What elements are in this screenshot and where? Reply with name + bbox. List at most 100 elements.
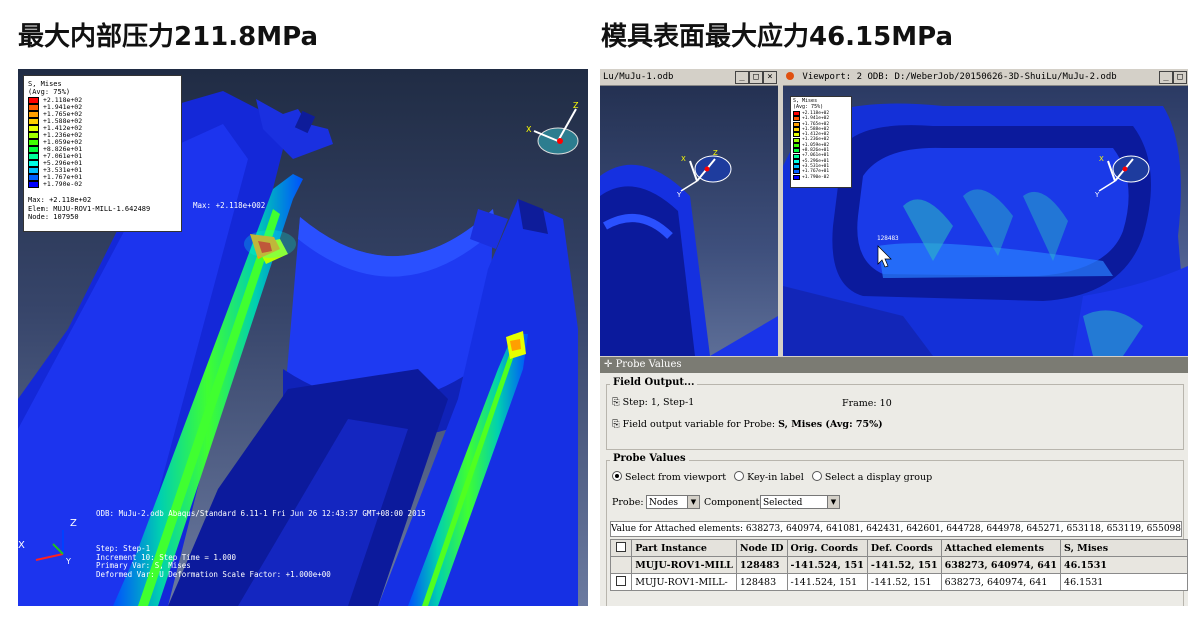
v2-legend-swatch	[793, 169, 800, 175]
col-attached-elements[interactable]: Attached elements	[940, 539, 1062, 557]
v2-legend-swatch	[793, 153, 800, 159]
legend-header-2: (Avg: 75%)	[28, 88, 71, 96]
legend-swatch	[28, 118, 39, 125]
col-part-instance[interactable]: Part Instance	[631, 539, 737, 557]
legend-swatch	[28, 132, 39, 139]
viewport2-canvas[interactable]: X Y 128483 S, Mises (Avg: 75%) +2.118e+0…	[783, 86, 1188, 356]
v2-legend-swatch	[793, 137, 800, 143]
left-title: 最大内部压力211.8MPa	[18, 22, 319, 52]
components-select-value: Selected	[763, 498, 803, 508]
radio-key-in-label[interactable]: Key-in label	[734, 471, 804, 483]
triad-y-label: Y	[65, 557, 71, 566]
legend-swatch	[28, 167, 39, 174]
probe-select[interactable]: Nodes ▼	[646, 495, 700, 509]
attached-elements-row: Value for Attached elements: 638273, 640…	[610, 521, 1182, 537]
col-s-mises[interactable]: S, Mises	[1060, 539, 1188, 557]
legend-header-1: S, Mises	[28, 80, 62, 88]
cell-part: MUJU-ROV1-MILL	[631, 556, 737, 574]
viewport1-model: X Z Y	[600, 149, 778, 356]
col-def-coords[interactable]: Def. Coords	[866, 539, 942, 557]
cell-attached: 638273, 640974, 641	[940, 556, 1062, 574]
legend-elem: Elem: MUJU-ROV1-MILL-1.642489	[28, 204, 151, 213]
svg-text:Y: Y	[676, 191, 682, 199]
variable-row: ⎘ Field output variable for Probe: S, Mi…	[612, 419, 883, 430]
table-row[interactable]: MUJU-ROV1-MILL- 128483 -141.524, 151 -14…	[609, 573, 1188, 591]
left-fea-viewport[interactable]: Z X S, Mises (Avg: 75%) +2.118e+02 +1.941…	[18, 69, 588, 606]
cell-mises: 46.1531	[1060, 556, 1188, 574]
cell-def: -141.52, 151	[866, 573, 942, 591]
radio-select-from-viewport[interactable]: Select from viewport	[612, 471, 727, 483]
col-node-id[interactable]: Node ID	[735, 539, 788, 557]
v2-legend-entry: +1.790e-02	[793, 175, 829, 180]
view-orientation-icon[interactable]: Z X	[526, 99, 586, 159]
attached-label: Value for Attached elements:	[611, 524, 743, 534]
legend-header: S, Mises (Avg: 75%)	[28, 80, 70, 96]
cell-attached: 638273, 640974, 641	[940, 573, 1062, 591]
legend-swatch	[28, 139, 39, 146]
viewport1-minimize-button[interactable]: _	[735, 71, 749, 84]
radio-label-keyin: Key-in label	[747, 472, 804, 483]
variable-prefix: Field output variable for Probe:	[622, 419, 779, 430]
viewport2-titlebar[interactable]: Viewport: 2 ODB: D:/WeberJob/20150626-3D…	[783, 69, 1188, 86]
viewport1-maximize-button[interactable]: □	[749, 71, 763, 84]
legend-max: Max: +2.118e+02	[28, 196, 92, 204]
step-info: Step: Step-1 Increment 10: Step Time = 1…	[96, 544, 331, 579]
radio-row: Select from viewport Key-in label Select…	[612, 471, 932, 483]
legend-swatch	[28, 97, 39, 104]
viewport2-maximize-button[interactable]: □	[1173, 71, 1187, 84]
cell-mises: 46.1531	[1060, 573, 1188, 591]
row-checkbox[interactable]	[609, 573, 633, 591]
step-text: Step: 1, Step-1	[622, 397, 695, 408]
v2-legend-swatch	[793, 121, 800, 127]
viewport-icon	[786, 72, 794, 80]
probe-node-label: 128483	[877, 235, 899, 242]
svg-text:Y: Y	[1094, 191, 1100, 199]
field-output-group	[606, 384, 1184, 450]
viewport2-legend: S, Mises (Avg: 75%) +2.118e+02 +1.941e+02…	[790, 96, 852, 188]
radio-display-group[interactable]: Select a display group	[811, 471, 933, 483]
radio-label-group: Select a display group	[824, 472, 933, 483]
v2-legend-swatch	[793, 148, 800, 154]
probe-values-label: Probe Values	[610, 453, 689, 464]
triad-z-label: Z	[70, 518, 77, 529]
step-icon: ⎘	[612, 397, 623, 408]
viewport1-titlebar[interactable]: Lu/MuJu-1.odb _ □ ×	[600, 69, 778, 86]
col-orig-coords[interactable]: Orig. Coords	[786, 539, 868, 557]
attached-value: 638273, 640974, 641081, 642431, 642601, …	[745, 524, 1182, 534]
components-select[interactable]: Selected ▼	[760, 495, 840, 509]
probe-field-label: Probe:	[612, 497, 644, 508]
legend-swatch	[28, 160, 39, 167]
cell-node: 128483	[735, 573, 788, 591]
stress-legend: S, Mises (Avg: 75%) +2.118e+02 +1.941e+02…	[23, 75, 182, 232]
v2-legend-swatch	[793, 142, 800, 148]
v2-legend-entries: +2.118e+02 +1.941e+02 +1.765e+02 +1.588e+02…	[793, 111, 829, 180]
radio-label-viewport: Select from viewport	[625, 472, 727, 483]
select-all-checkbox[interactable]	[609, 539, 633, 557]
field-output-label: Field Output...	[610, 377, 698, 388]
svg-text:X: X	[1099, 155, 1104, 163]
variable-icon: ⎘	[612, 419, 623, 430]
svg-text:X: X	[681, 155, 686, 163]
viewport1-title: Lu/MuJu-1.odb	[603, 72, 674, 82]
abaqus-window: Lu/MuJu-1.odb _ □ × X Z Y Viewport: 2 OD…	[600, 69, 1188, 606]
cell-orig: -141.524, 151	[786, 573, 868, 591]
triad-x-label: X	[18, 540, 25, 551]
v2-legend-swatch	[793, 164, 800, 170]
svg-text:Z: Z	[713, 149, 718, 157]
right-title: 模具表面最大应力46.15MPa	[601, 22, 954, 52]
v2-legend-label: +1.790e-02	[802, 174, 830, 180]
cell-node: 128483	[735, 556, 788, 574]
v2-legend-swatch	[793, 111, 800, 117]
table-row[interactable]: MUJU-ROV1-MILL 128483 -141.524, 151 -141…	[609, 556, 1188, 574]
probe-dialog-titlebar[interactable]: ✛ Probe Values	[600, 357, 1188, 373]
legend-swatch	[28, 146, 39, 153]
v2-legend-swatch	[793, 174, 800, 180]
v2-legend-header-2: (Avg: 75%)	[793, 103, 824, 110]
deformed-var-line: Deformed Var: U Deformation Scale Factor…	[96, 569, 331, 579]
viewport2-minimize-button[interactable]: _	[1159, 71, 1173, 84]
legend-entry: +1.790e-02	[28, 181, 82, 188]
viewport1-close-button[interactable]: ×	[763, 71, 777, 84]
svg-text:Z: Z	[573, 101, 579, 110]
viewport1-canvas[interactable]: X Z Y	[600, 86, 778, 356]
svg-text:X: X	[526, 125, 532, 134]
